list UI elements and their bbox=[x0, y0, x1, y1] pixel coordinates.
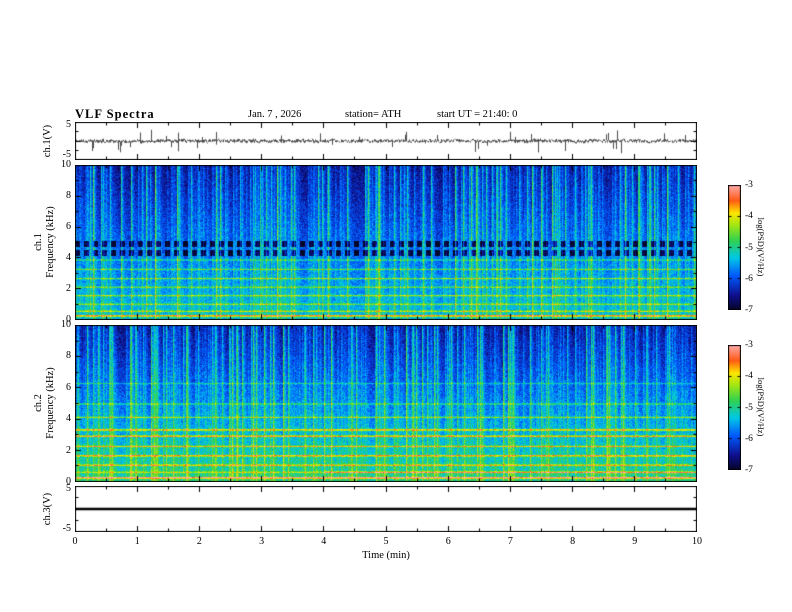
ch3v-y-tick-label: 5 bbox=[66, 483, 71, 494]
ch3-waveform-canvas bbox=[75, 486, 697, 532]
colorbar1-tick-label: -6 bbox=[745, 273, 753, 284]
x-tick-label: 5 bbox=[383, 536, 389, 547]
x-tick-label: 3 bbox=[259, 536, 265, 547]
colorbar-ch1-canvas bbox=[728, 185, 741, 310]
ch2-freq-tick-label: 8 bbox=[66, 350, 71, 362]
ch1-freq-tick-label: 4 bbox=[66, 252, 71, 263]
ch1-freq-tick-label: 6 bbox=[66, 221, 71, 232]
colorbar2-tick-label: -4 bbox=[745, 371, 753, 382]
x-tick-label: 10 bbox=[692, 536, 702, 547]
colorbar2-tick-label: -6 bbox=[745, 433, 753, 444]
ch3v-y-tick-label: -5 bbox=[62, 523, 71, 534]
x-tick-label: 2 bbox=[196, 536, 202, 547]
ch2-freq-tick-label: 4 bbox=[66, 413, 71, 425]
channel-1-label: ch.1 bbox=[33, 233, 44, 251]
x-tick-label: 0 bbox=[72, 536, 78, 547]
x-tick-label: 9 bbox=[632, 536, 638, 547]
ch2-spectrogram-canvas bbox=[75, 325, 697, 482]
colorbar2-tick-label: -5 bbox=[745, 402, 753, 413]
ch1-spectrogram-canvas bbox=[75, 165, 697, 320]
ch1-freq-tick-label: 2 bbox=[66, 283, 71, 294]
x-tick-label: 7 bbox=[507, 536, 513, 547]
colorbar1-tick-label: -7 bbox=[745, 305, 753, 315]
ch1-freq-tick-label: 8 bbox=[66, 190, 71, 201]
x-tick-label: 6 bbox=[445, 536, 451, 547]
figure-title: VLF Spectra bbox=[75, 107, 155, 121]
start-ut-label: start UT = 21:40: 0 bbox=[437, 109, 518, 120]
colorbar-ch2-canvas bbox=[728, 345, 741, 470]
x-tick-label: 1 bbox=[134, 536, 140, 547]
station-label: station= ATH bbox=[345, 109, 402, 120]
date-label: Jan. 7 , 2026 bbox=[248, 109, 302, 120]
ch1v-y-tick-label: 5 bbox=[66, 119, 71, 130]
ch2-freq-tick-label: 6 bbox=[66, 381, 71, 393]
colorbar2-tick-label: -3 bbox=[745, 340, 753, 350]
colorbar1-tick-label: -4 bbox=[745, 211, 753, 222]
ch2-freq-tick-label: 2 bbox=[66, 444, 71, 456]
ch1-waveform-canvas bbox=[75, 122, 697, 160]
x-tick-label: 8 bbox=[570, 536, 576, 547]
ch2-freq-tick-label: 10 bbox=[61, 319, 71, 330]
vlf-spectra-figure: VLF Spectra Jan. 7 , 2026 station= ATH s… bbox=[0, 0, 792, 612]
colorbar1-tick-label: -5 bbox=[745, 242, 753, 253]
ch1-freq-tick-label: 10 bbox=[61, 159, 71, 170]
colorbar1-tick-label: -3 bbox=[745, 180, 753, 190]
time-axis-label: Time (min) bbox=[362, 550, 410, 561]
colorbar2-tick-label: -7 bbox=[745, 465, 753, 475]
channel-2-label: ch.2 bbox=[33, 394, 44, 412]
x-tick-label: 4 bbox=[321, 536, 327, 547]
